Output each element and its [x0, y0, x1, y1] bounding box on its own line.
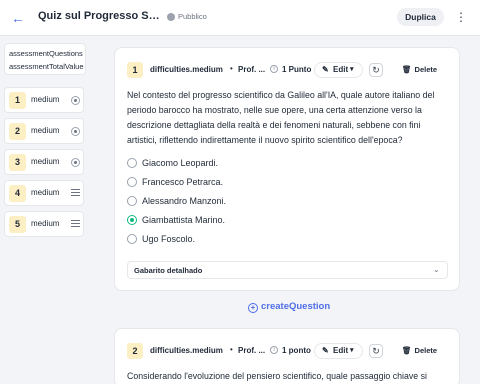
- sidebar-item-question-1[interactable]: 1 medium: [4, 87, 84, 113]
- back-arrow-icon[interactable]: ←: [8, 8, 28, 28]
- page-title: Quiz sul Progresso Scientifico: [38, 10, 160, 22]
- edit-label: Edit: [333, 346, 349, 355]
- stat-row: assessmentQuestions 5: [9, 49, 85, 60]
- radio-button[interactable]: [127, 177, 137, 187]
- chevron-down-icon: ▾: [350, 347, 354, 354]
- question-card: 2 difficulties.medium • Prof. ... i 1 po…: [114, 328, 460, 384]
- trash-icon: 🗑: [402, 346, 412, 355]
- edit-button[interactable]: ✎ Edit ▾: [314, 62, 363, 78]
- stats-card: assessmentQuestions 5 assessmentTotalVal…: [4, 43, 86, 75]
- question-number: 2: [127, 343, 143, 359]
- lines-icon: [71, 220, 80, 228]
- answer-option[interactable]: Giacomo Leopardi.: [127, 156, 427, 170]
- answer-key-dropdown[interactable]: Gabarito detalhado ⌄: [127, 261, 448, 279]
- answer-key-label: Gabarito detalhado: [134, 266, 203, 275]
- lines-icon: [71, 189, 80, 197]
- option-text: Alessandro Manzoni.: [142, 196, 227, 206]
- plus-circle-icon: +: [248, 303, 258, 313]
- question-number: 1: [127, 62, 143, 78]
- option-text: Francesco Petrarca.: [142, 177, 224, 187]
- question-difficulty: difficulties.medium: [150, 65, 223, 74]
- question-text: Nel contesto del progresso scientifico d…: [127, 90, 435, 145]
- create-question-button[interactable]: + createQuestion: [248, 301, 330, 313]
- radio-button[interactable]: [127, 234, 137, 244]
- radio-button[interactable]: [127, 158, 137, 168]
- top-bar: ← Quiz sul Progresso Scientifico Pubblic…: [0, 0, 480, 36]
- sidebar: assessmentQuestions 5 assessmentTotalVal…: [0, 37, 92, 384]
- question-author: Prof. ...: [238, 65, 266, 74]
- edit-label: Edit: [333, 65, 349, 74]
- option-text: Giacomo Leopardi.: [142, 158, 219, 168]
- question-author: Prof. ...: [238, 346, 266, 355]
- info-icon[interactable]: i: [270, 346, 278, 354]
- option-text: Giambattista Marino.: [142, 215, 226, 225]
- question-difficulty: medium: [31, 126, 60, 135]
- answer-option[interactable]: Giambattista Marino.: [127, 213, 427, 227]
- visibility-label: Pubblico: [178, 12, 207, 21]
- info-icon[interactable]: i: [270, 65, 278, 73]
- question-difficulty: difficulties.medium: [150, 346, 223, 355]
- sidebar-item-question-4[interactable]: 4 medium: [4, 180, 84, 206]
- delete-label: Delete: [414, 346, 438, 355]
- question-number: 2: [9, 123, 26, 140]
- question-text: Considerando l'evoluzione del pensiero s…: [127, 371, 427, 381]
- stat-row: assessmentTotalValue 5: [9, 62, 85, 73]
- delete-button[interactable]: 🗑 Delete: [402, 65, 437, 74]
- edit-button[interactable]: ✎ Edit ▾: [314, 343, 363, 359]
- question-points: 1 Punto: [282, 65, 312, 74]
- duplicate-button[interactable]: Duplica: [397, 8, 444, 26]
- question-number: 5: [9, 216, 26, 233]
- answer-option[interactable]: Ugo Foscolo.: [127, 232, 427, 246]
- delete-button[interactable]: 🗑 Delete: [402, 346, 437, 355]
- radio-icon: [71, 127, 80, 136]
- separator-dot: •: [230, 345, 233, 354]
- question-points: 1 ponto: [282, 346, 311, 355]
- pencil-icon: ✎: [322, 65, 329, 74]
- visibility-badge: Pubblico: [167, 12, 207, 21]
- question-card: 1 difficulties.medium • Prof. ... i 1 Pu…: [114, 47, 460, 291]
- question-number: 1: [9, 92, 26, 109]
- separator-dot: •: [230, 64, 233, 73]
- question-difficulty: medium: [31, 219, 60, 228]
- radio-button-selected[interactable]: [127, 215, 137, 225]
- globe-icon: [167, 12, 175, 21]
- pencil-icon: ✎: [322, 346, 329, 355]
- sidebar-item-question-2[interactable]: 2 medium: [4, 118, 84, 144]
- radio-button[interactable]: [127, 196, 137, 206]
- question-difficulty: medium: [31, 157, 60, 166]
- answer-option[interactable]: Alessandro Manzoni.: [127, 194, 427, 208]
- question-number: 3: [9, 154, 26, 171]
- question-number: 4: [9, 185, 26, 202]
- delete-label: Delete: [414, 65, 438, 74]
- sidebar-item-question-5[interactable]: 5 medium: [4, 211, 84, 237]
- trash-icon: 🗑: [402, 65, 412, 74]
- option-text: Ugo Foscolo.: [142, 234, 196, 244]
- answer-option[interactable]: Francesco Petrarca.: [127, 175, 427, 189]
- more-options-icon[interactable]: ⋮: [455, 8, 467, 26]
- chevron-down-icon: ▾: [350, 66, 354, 73]
- radio-icon: [71, 158, 80, 167]
- question-difficulty: medium: [31, 188, 60, 197]
- regenerate-icon[interactable]: ↻: [369, 344, 383, 358]
- stat-label: assessmentTotalValue: [9, 62, 84, 71]
- create-question-label: createQuestion: [261, 301, 331, 312]
- question-difficulty: medium: [31, 95, 60, 104]
- sidebar-item-question-3[interactable]: 3 medium: [4, 149, 84, 175]
- chevron-down-icon: ⌄: [433, 265, 440, 274]
- stat-label: assessmentQuestions: [9, 49, 83, 58]
- regenerate-icon[interactable]: ↻: [369, 63, 383, 77]
- radio-icon: [71, 96, 80, 105]
